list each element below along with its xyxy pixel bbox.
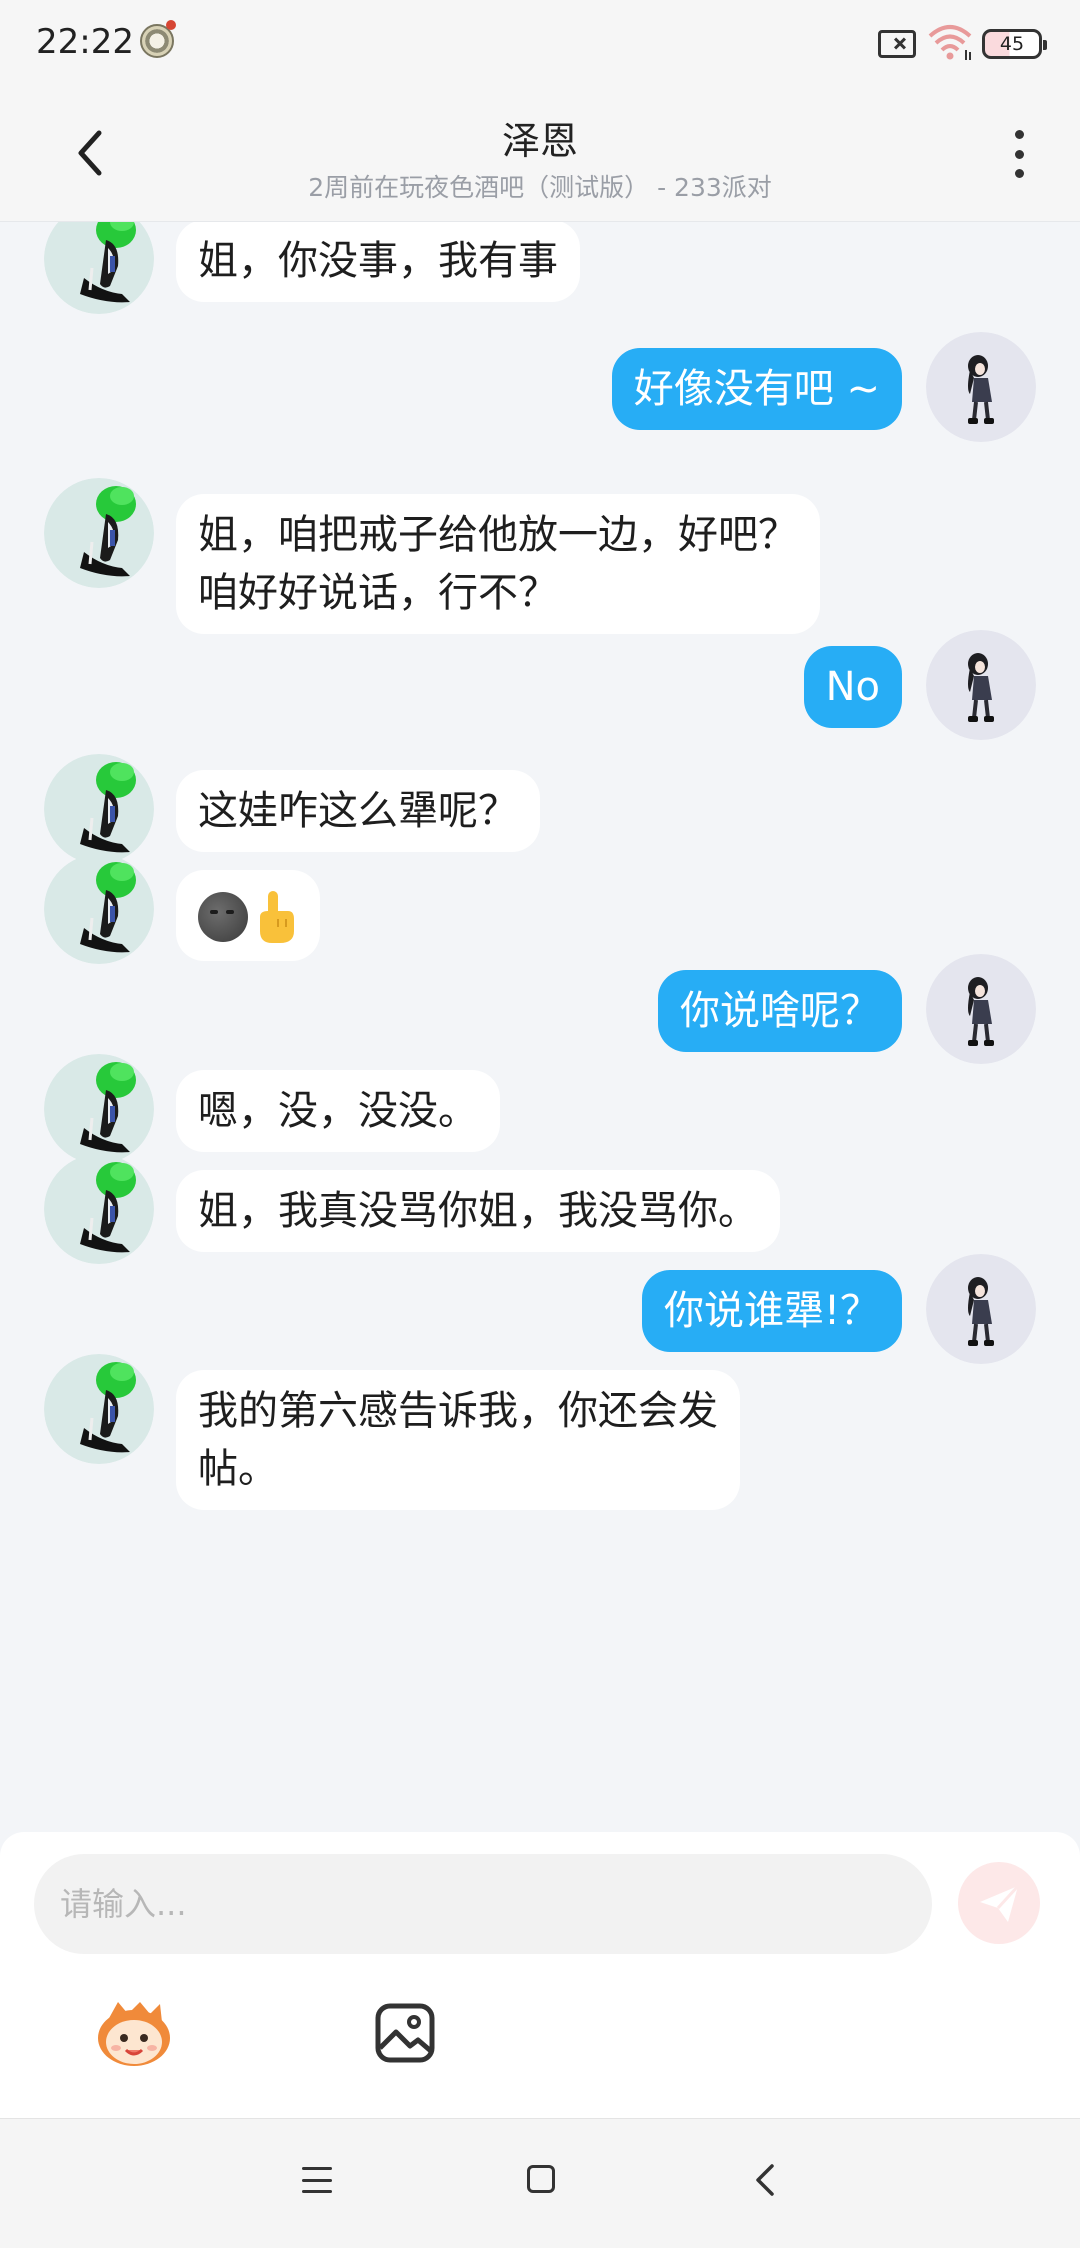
message-text: 我的第六感告诉我，你还会发 帖。 <box>198 1388 718 1492</box>
message-bubble[interactable] <box>176 870 320 961</box>
message-text: 嗯，没，没没。 <box>198 1088 478 1134</box>
contact-avatar[interactable] <box>44 222 154 314</box>
contact-avatar[interactable] <box>44 754 154 864</box>
outgoing-message: 你说谁犟!？ <box>0 1254 1080 1364</box>
new-moon-face-icon <box>198 892 248 942</box>
contact-status: 2周前在玩夜色酒吧（测试版） - 233派对 <box>308 173 772 202</box>
message-text: No <box>825 664 880 710</box>
message-text: 这娃咋这么犟呢？ <box>198 788 518 834</box>
outgoing-message: 你说啥呢？ <box>0 954 1080 1064</box>
notification-app-icon <box>140 20 176 58</box>
system-navigation-bar <box>0 2118 1080 2248</box>
contact-avatar[interactable] <box>44 1354 154 1464</box>
no-sim-icon <box>878 30 916 58</box>
status-bar: 22:22 45 <box>0 0 1080 90</box>
pointing-up-hand-icon <box>260 891 294 943</box>
my-avatar[interactable] <box>926 1254 1036 1364</box>
wifi-icon <box>928 25 972 60</box>
message-bubble[interactable]: 姐，我真没骂你姐，我没骂你。 <box>176 1170 780 1252</box>
message-bubble[interactable]: 嗯，没，没没。 <box>176 1070 500 1152</box>
incoming-message: 我的第六感告诉我，你还会发 帖。 <box>0 1354 1080 1510</box>
contact-avatar[interactable] <box>44 1154 154 1264</box>
message-text: 好像没有吧 ~ <box>633 366 880 412</box>
image-picker-icon[interactable] <box>374 2002 436 2064</box>
contact-avatar[interactable] <box>44 478 154 588</box>
my-avatar[interactable] <box>926 630 1036 740</box>
incoming-message: 姐，我真没骂你姐，我没骂你。 <box>0 1154 1080 1264</box>
send-button[interactable] <box>958 1862 1040 1944</box>
chat-header: 泽恩 2周前在玩夜色酒吧（测试版） - 233派对 <box>0 90 1080 222</box>
emoji-sticker-icon[interactable] <box>94 1998 174 2068</box>
message-text: 姐，你没事，我有事 <box>198 238 558 284</box>
message-list[interactable]: 姐，你没事，我有事 好像没有吧 ~ 姐，咱把戒子给他放一边，好吧？ 咱好好说话，… <box>0 222 1080 1832</box>
message-bubble[interactable]: 姐，你没事，我有事 <box>176 222 580 302</box>
incoming-message: 姐，你没事，我有事 <box>0 222 1080 314</box>
incoming-message <box>0 854 1080 964</box>
message-text: 你说谁犟!？ <box>663 1288 880 1334</box>
contact-name[interactable]: 泽恩 <box>0 110 1080 165</box>
home-button[interactable] <box>527 2165 555 2193</box>
my-avatar[interactable] <box>926 954 1036 1064</box>
incoming-message: 姐，咱把戒子给他放一边，好吧？ 咱好好说话，行不？ <box>0 478 1080 634</box>
system-back-button[interactable] <box>754 2163 776 2197</box>
more-dot-icon <box>1014 169 1024 178</box>
composer-panel: 请输入... <box>0 1832 1080 2118</box>
contact-avatar[interactable] <box>44 1054 154 1164</box>
more-dot-icon <box>1014 130 1024 139</box>
message-text: 姐，咱把戒子给他放一边，好吧？ 咱好好说话，行不？ <box>198 512 798 616</box>
my-avatar[interactable] <box>926 332 1036 442</box>
message-bubble[interactable]: 这娃咋这么犟呢？ <box>176 770 540 852</box>
message-bubble[interactable]: 我的第六感告诉我，你还会发 帖。 <box>176 1370 740 1510</box>
message-bubble[interactable]: No <box>803 646 902 728</box>
recent-apps-button[interactable] <box>302 2167 332 2193</box>
more-options-button[interactable] <box>1002 124 1036 184</box>
message-bubble[interactable]: 你说谁犟!？ <box>641 1270 902 1352</box>
battery-icon: 45 <box>982 29 1047 59</box>
more-dot-icon <box>1014 149 1024 159</box>
menu-line-icon <box>302 2178 332 2182</box>
message-text: 姐，我真没骂你姐，我没骂你。 <box>198 1188 758 1234</box>
menu-line-icon <box>302 2190 332 2193</box>
message-text: 你说啥呢？ <box>680 988 880 1034</box>
menu-line-icon <box>302 2167 332 2170</box>
outgoing-message: No <box>0 630 1080 740</box>
incoming-message: 这娃咋这么犟呢？ <box>0 754 1080 864</box>
send-icon <box>980 1884 1020 1922</box>
message-bubble[interactable]: 好像没有吧 ~ <box>611 348 902 430</box>
contact-avatar[interactable] <box>44 854 154 964</box>
status-time: 22:22 <box>36 22 134 62</box>
message-bubble[interactable]: 你说啥呢？ <box>658 970 902 1052</box>
message-input[interactable]: 请输入... <box>34 1854 932 1954</box>
message-bubble[interactable]: 姐，咱把戒子给他放一边，好吧？ 咱好好说话，行不？ <box>176 494 820 634</box>
outgoing-message: 好像没有吧 ~ <box>0 332 1080 442</box>
incoming-message: 嗯，没，没没。 <box>0 1054 1080 1164</box>
